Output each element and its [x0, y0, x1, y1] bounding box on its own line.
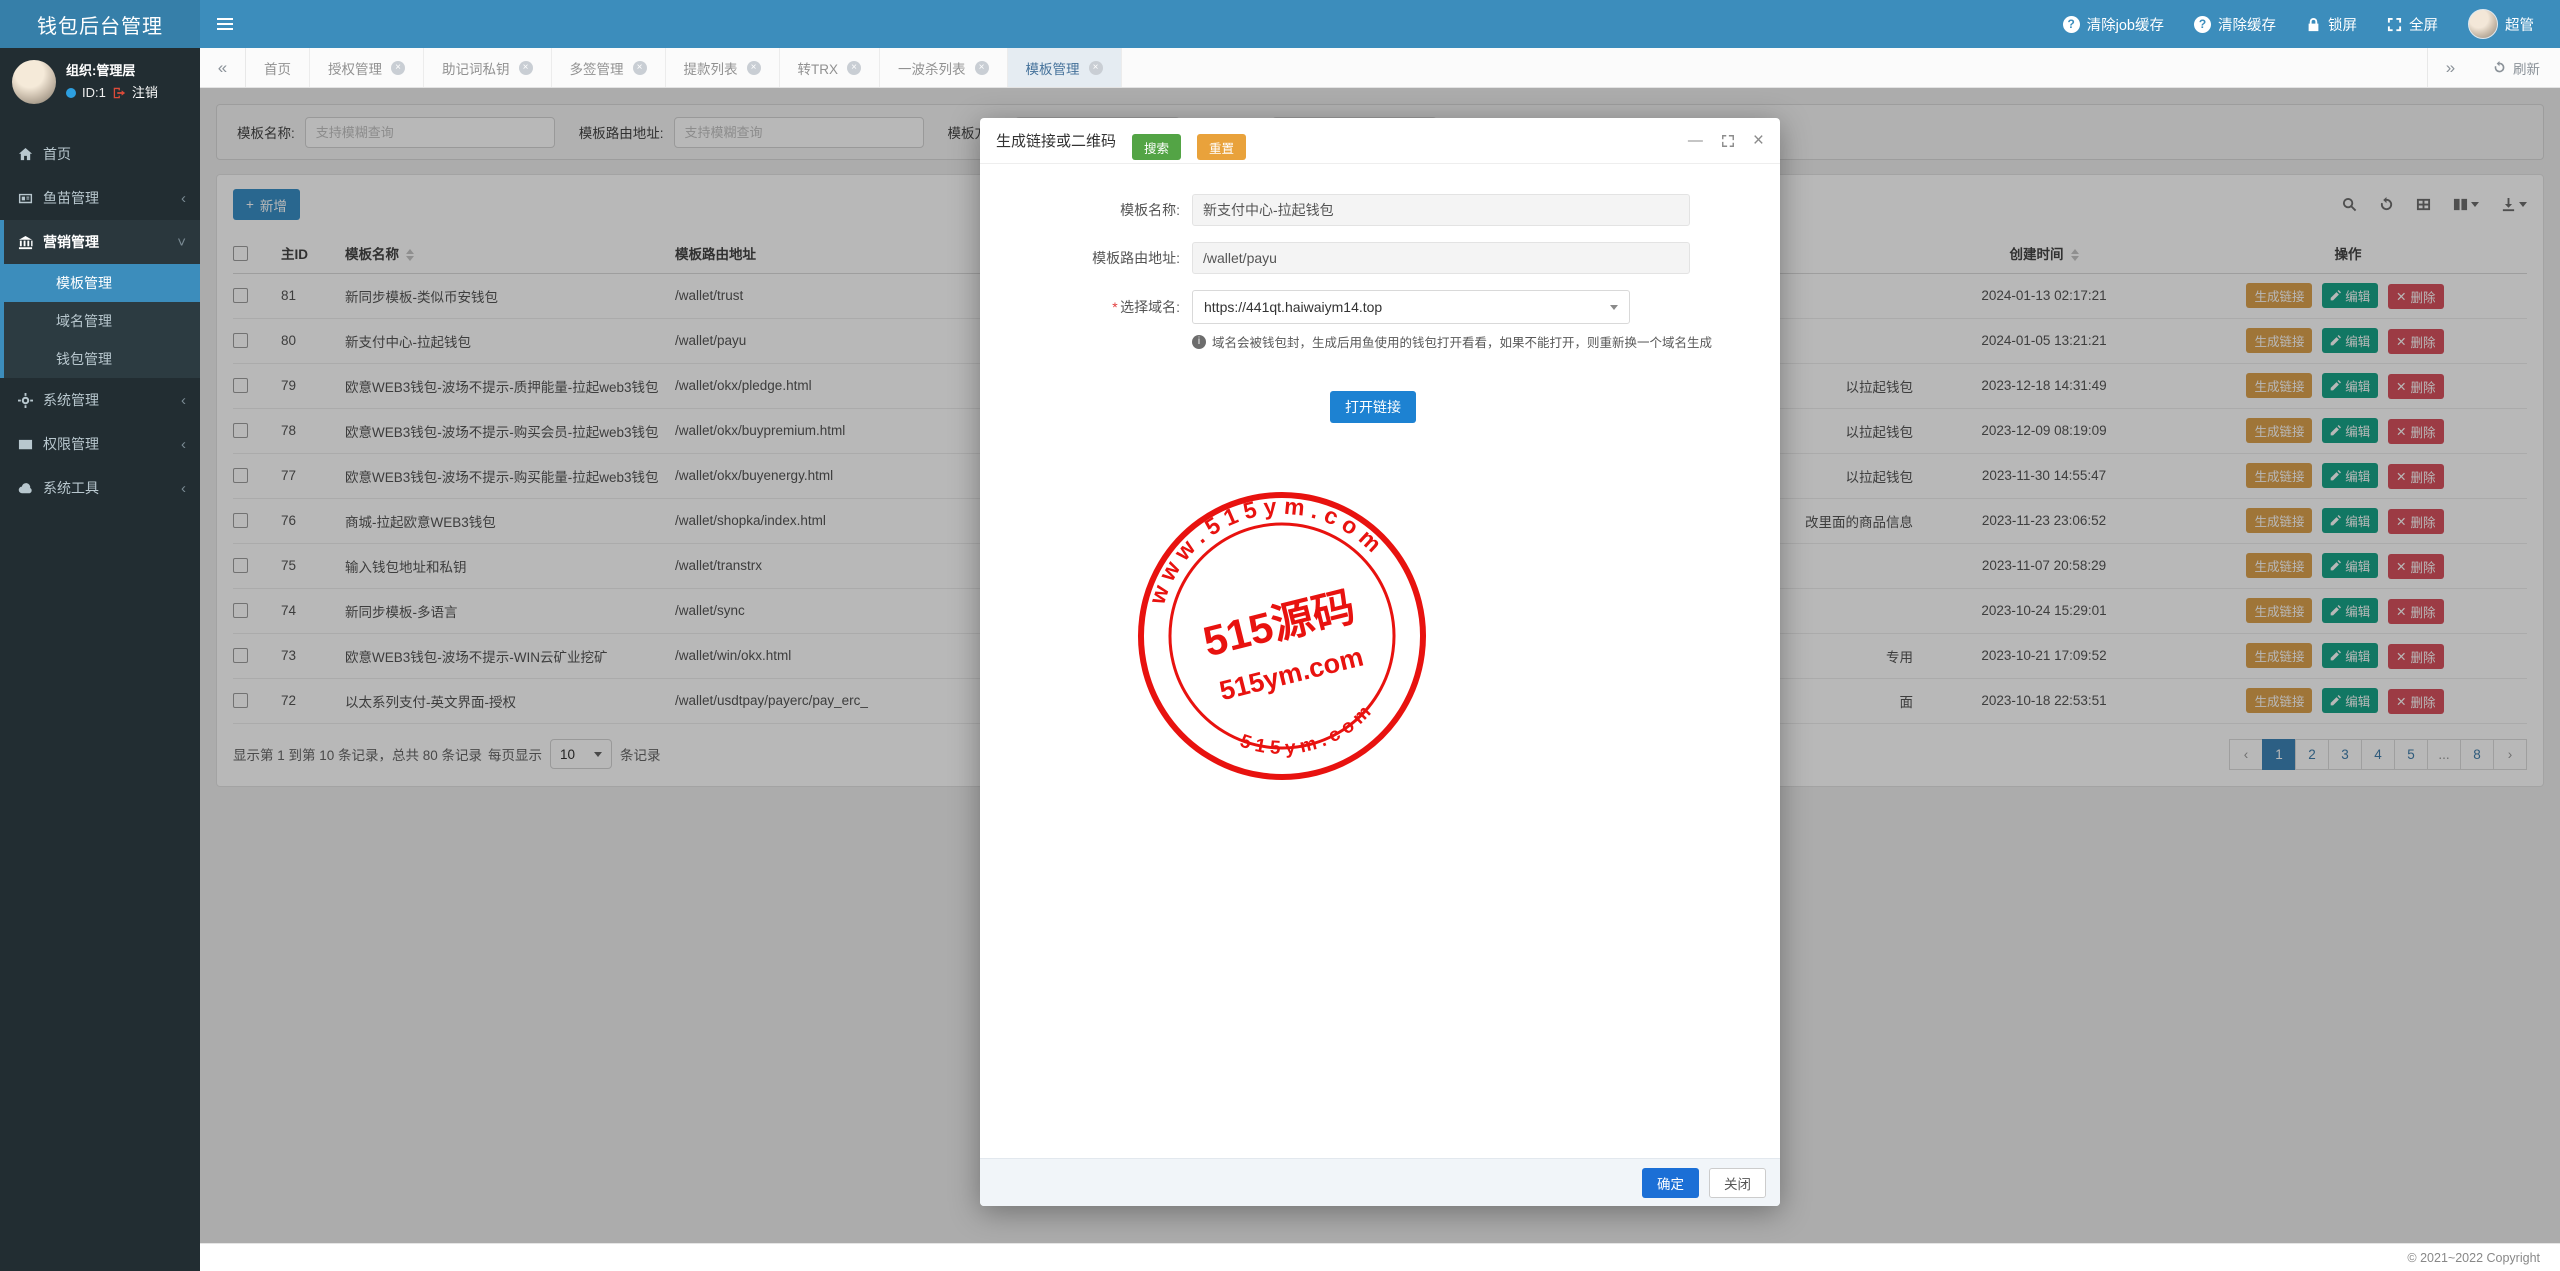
sidebar-item-marketing[interactable]: 营销管理 ˅ — [4, 220, 200, 264]
tab-6[interactable]: 转TRX × — [780, 48, 880, 87]
tab-bar: « 首页 授权管理 × 助记词私钥 × 多签管理 × 提款列表 × 转TRX ×… — [200, 48, 2560, 88]
domain-tip: i 域名会被钱包封，生成后用鱼使用的钱包打开看看，如果不能打开，则重新换一个域名… — [1192, 332, 1752, 351]
modal-name-label: 模板名称: — [1120, 202, 1180, 218]
id-card-icon — [18, 439, 33, 449]
watermark-stamp: w w w . 5 1 5 y m . c o m 5 1 5 y m . c … — [1132, 486, 1426, 780]
sidebar-item-system[interactable]: 系统管理 ‹ — [0, 378, 200, 422]
close-button[interactable]: × — [1753, 130, 1764, 152]
close-modal-button[interactable]: 关闭 — [1709, 1167, 1766, 1198]
tab-close-icon[interactable]: × — [746, 60, 761, 75]
maximize-icon — [1721, 134, 1734, 147]
copyright-text: © 2021~2022 Copyright — [2407, 1250, 2540, 1265]
modal-route-label: 模板路由地址: — [1092, 250, 1180, 266]
question-circle-icon: ? — [2194, 15, 2211, 33]
fullscreen-button[interactable]: 全屏 — [2387, 14, 2438, 35]
sign-out-icon — [113, 87, 125, 99]
bank-icon — [18, 235, 33, 249]
modal-header: 生成链接或二维码 — × — [980, 118, 1780, 164]
tab-close-icon[interactable]: × — [1088, 60, 1103, 75]
caret-down-icon — [1610, 304, 1618, 310]
fullscreen-icon — [2387, 17, 2402, 31]
sidebar-item-tools[interactable]: 系统工具 ‹ — [0, 466, 200, 510]
tab-2[interactable]: 授权管理 × — [310, 48, 424, 87]
user-panel: 组织:管理层 ID:1 注销 — [0, 48, 200, 118]
lock-screen-button[interactable]: 锁屏 — [2306, 14, 2357, 35]
tab-list: 首页 授权管理 × 助记词私钥 × 多签管理 × 提款列表 × 转TRX × 一… — [246, 48, 1122, 87]
top-bar: 钱包后台管理 ? 清除job缓存 ? 清除缓存 锁屏 全屏 超管 — [0, 0, 2560, 48]
stamp-arc-bottom: 5 1 5 y m . c o m — [1233, 699, 1381, 773]
sidebar-menu: 首页 鱼苗管理 ‹ 营销管理 ˅ 模板管理 域名管理 钱包管理 系统管理 ‹ 权… — [0, 132, 200, 510]
maximize-button[interactable] — [1721, 134, 1735, 148]
sidebar-toggle-button[interactable] — [200, 0, 250, 48]
chevron-left-icon: ‹ — [181, 435, 186, 453]
user-menu[interactable]: 超管 — [2468, 9, 2534, 39]
svg-text:5 1 5 y m . c o m: 5 1 5 y m . c o m — [1233, 699, 1381, 773]
sidebar-item-permission[interactable]: 权限管理 ‹ — [0, 422, 200, 466]
tab-7[interactable]: 一波杀列表 × — [880, 48, 1008, 87]
chevron-left-icon: ‹ — [181, 189, 186, 207]
id-card-icon — [18, 193, 33, 203]
gear-icon — [18, 392, 33, 408]
open-link-button[interactable]: 打开链接 — [1330, 391, 1416, 423]
tab-8[interactable]: 模板管理 × — [1007, 48, 1122, 87]
avatar — [2468, 9, 2498, 39]
status-dot-icon — [66, 88, 76, 99]
refresh-icon — [2494, 61, 2505, 73]
cloud-icon — [18, 482, 32, 493]
user-id: ID:1 — [82, 85, 106, 101]
confirm-button[interactable]: 确定 — [1642, 1167, 1699, 1198]
avatar — [12, 60, 56, 105]
app-window: 钱包后台管理 ? 清除job缓存 ? 清除缓存 锁屏 全屏 超管 组织:管理层 … — [0, 0, 2560, 1271]
content-area: 模板名称: 模板路由地址: 模板方式: 全部 模板类型: — [200, 88, 2560, 1243]
search-button[interactable]: 搜索 — [1132, 134, 1182, 160]
app-logo: 钱包后台管理 — [0, 0, 200, 48]
sidebar-item-wallet-management[interactable]: 钱包管理 — [4, 340, 200, 378]
question-circle-icon: ? — [2062, 15, 2080, 33]
tab-refresh-button[interactable]: 刷新 — [2473, 48, 2560, 87]
home-icon — [18, 147, 33, 160]
modal-body: 模板名称: 模板路由地址: *选择域名: https://441qt.haiwa… — [980, 164, 1780, 1158]
sidebar-group-marketing: 营销管理 ˅ 模板管理 域名管理 钱包管理 — [0, 220, 200, 379]
lock-icon — [2308, 17, 2319, 31]
info-icon: i — [1192, 334, 1206, 349]
tab-5[interactable]: 提款列表 × — [666, 48, 780, 87]
modal-template-route-input — [1192, 242, 1690, 274]
navbar: ? 清除job缓存 ? 清除缓存 锁屏 全屏 超管 — [200, 0, 2560, 48]
domain-select[interactable]: https://441qt.haiwaiym14.top — [1192, 290, 1630, 324]
chevron-left-icon: ‹ — [181, 391, 186, 409]
tab-4[interactable]: 多签管理 × — [552, 48, 666, 87]
clear-job-cache-button[interactable]: ? 清除job缓存 — [2062, 14, 2164, 35]
sidebar-item-domain-management[interactable]: 域名管理 — [4, 302, 200, 340]
modal-footer: 确定 关闭 — [980, 1158, 1780, 1206]
sidebar-item-home[interactable]: 首页 — [0, 132, 200, 176]
required-asterisk: * — [1111, 299, 1118, 315]
sidebar: 组织:管理层 ID:1 注销 首页 鱼苗管理 ‹ 营销管理 ˅ 模板管理 域名管… — [0, 48, 200, 1271]
page-footer: © 2021~2022 Copyright — [200, 1243, 2560, 1271]
modal-domain-label: 选择域名: — [1120, 299, 1180, 315]
tab-1[interactable]: 首页 — [246, 48, 310, 87]
tab-3[interactable]: 助记词私钥 × — [424, 48, 552, 87]
tab-scroll-right-button[interactable]: » — [2427, 48, 2473, 87]
tab-scroll-left-button[interactable]: « — [200, 48, 246, 87]
reset-button[interactable]: 重置 — [1197, 134, 1247, 160]
chevron-left-icon: ‹ — [181, 479, 186, 497]
user-org: 组织:管理层 — [66, 63, 136, 78]
modal-template-name-input — [1192, 194, 1690, 226]
tab-close-icon[interactable]: × — [518, 60, 533, 75]
sidebar-item-fish[interactable]: 鱼苗管理 ‹ — [0, 176, 200, 220]
minimize-button[interactable]: — — [1688, 132, 1703, 149]
tab-close-icon[interactable]: × — [847, 60, 861, 75]
sidebar-item-template-management[interactable]: 模板管理 — [4, 264, 200, 303]
logout-link[interactable]: 注销 — [132, 82, 158, 104]
modal-title: 生成链接或二维码 — [996, 133, 1117, 150]
tab-close-icon[interactable]: × — [632, 60, 647, 75]
tab-close-icon[interactable]: × — [974, 60, 989, 75]
generate-link-modal: 生成链接或二维码 — × 模板名称: 新支付中心-拉起钱包 模板路由地址: /w… — [980, 118, 1780, 1206]
clear-cache-button[interactable]: ? 清除缓存 — [2194, 14, 2276, 35]
tab-close-icon[interactable]: × — [391, 60, 405, 75]
chevron-down-icon: ˅ — [177, 233, 186, 251]
